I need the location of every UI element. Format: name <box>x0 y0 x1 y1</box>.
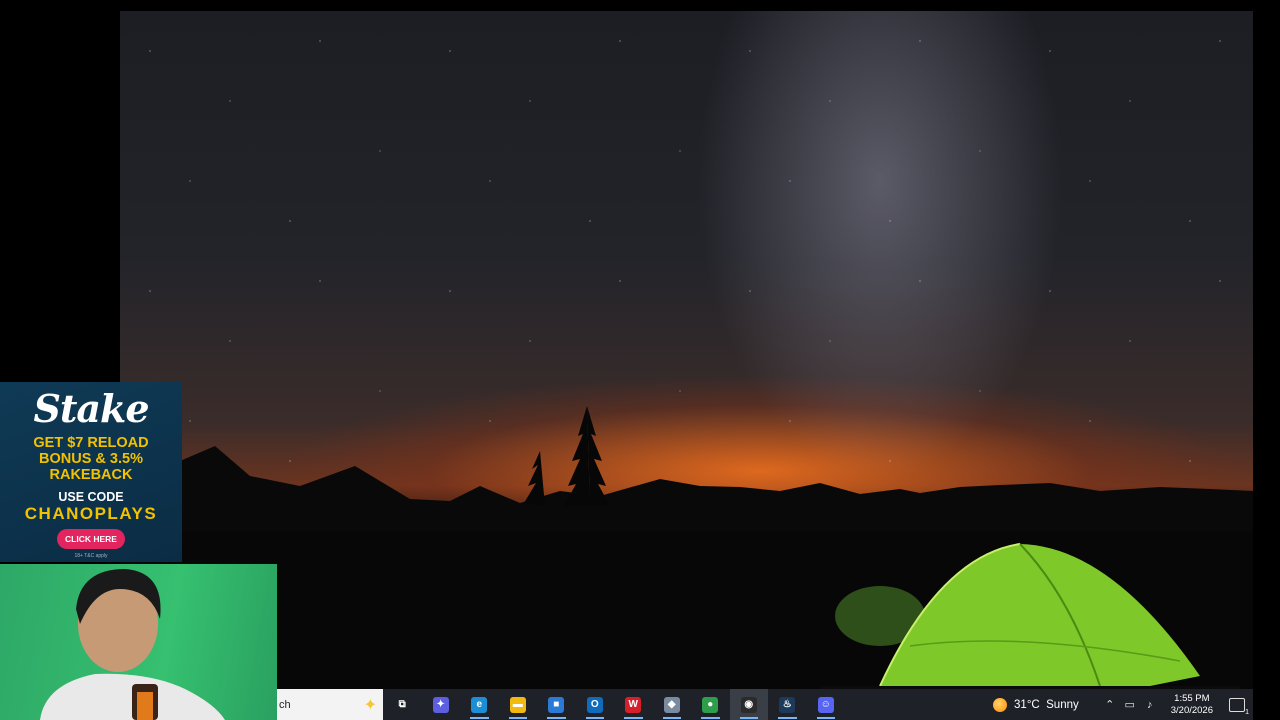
taskbar-task-view-button[interactable]: ⧉ <box>383 689 422 720</box>
running-indicator <box>470 717 489 719</box>
running-indicator <box>701 717 720 719</box>
taskbar-file-explorer-button[interactable]: ▬ <box>499 689 538 720</box>
notification-icon[interactable]: 1 <box>1229 697 1249 716</box>
notification-count: 1 <box>1245 708 1249 716</box>
running-indicator <box>778 717 797 719</box>
speaker-icon[interactable]: ♪ <box>1141 699 1159 711</box>
taskbar-obs-studio-button[interactable]: ◉ <box>729 689 768 720</box>
ad-promo-code: CHANOPLAYS <box>24 504 158 523</box>
desktop-wallpaper <box>120 11 1253 720</box>
taskbar-clock[interactable]: 1:55 PM 3/20/2026 <box>1171 693 1213 717</box>
obs-studio-icon: ◉ <box>740 696 757 713</box>
ad-offer-line: RAKEBACK <box>49 467 133 483</box>
search-text: ch <box>279 698 291 711</box>
steam-icon: ♨ <box>779 696 796 713</box>
taskbar: ch ✦ ⧉ ✦ e ▬ ■ O W ◆ ● ◉ ♨ ☺ 31°C Sunny ⌃ ▭ ♪ 1:55 … <box>277 689 1253 720</box>
edge-icon: e <box>471 696 488 713</box>
weather-temp: 31°C <box>1014 698 1040 711</box>
ad-use-code-label: USE CODE <box>58 490 124 504</box>
game-app-icon: ◆ <box>663 696 680 713</box>
screen-edge <box>1253 0 1280 720</box>
streamer-figure <box>40 569 225 720</box>
copilot-sparkle-icon: ✦ <box>363 696 377 714</box>
taskbar-search-box[interactable]: ch ✦ <box>277 689 383 720</box>
stake-ad-banner[interactable]: Stake GET $7 RELOAD BONUS & 3.5% RAKEBAC… <box>0 382 182 562</box>
file-explorer-icon: ▬ <box>509 696 526 713</box>
outlook-icon: O <box>586 696 603 713</box>
wps-office-icon: W <box>625 696 642 713</box>
running-indicator <box>508 717 527 719</box>
chevron-up-icon[interactable]: ⌃ <box>1101 698 1119 711</box>
taskbar-steam-button[interactable]: ♨ <box>768 689 807 720</box>
clock-date: 3/20/2026 <box>1170 704 1213 716</box>
ad-fine-print: 18+ T&C apply <box>74 553 108 559</box>
microsoft-store-icon: ■ <box>548 696 565 713</box>
running-indicator <box>739 717 758 719</box>
network-icon[interactable]: ▭ <box>1121 698 1139 711</box>
weather-condition: Sunny <box>1046 698 1079 711</box>
running-indicator <box>585 717 604 719</box>
weather-widget[interactable]: 31°C Sunny <box>1014 699 1079 711</box>
ad-offer-line: BONUS & 3.5% <box>39 451 143 467</box>
green-tent <box>820 543 1240 706</box>
clock-time: 1:55 PM <box>1174 692 1210 704</box>
taskbar-outlook-button[interactable]: O <box>576 689 615 720</box>
running-indicator <box>662 717 681 719</box>
running-indicator <box>547 717 566 719</box>
stake-logo: Stake <box>33 386 149 431</box>
system-tray: 31°C Sunny ⌃ ▭ ♪ 1:55 PM 3/20/2026 1 <box>993 689 1253 720</box>
taskbar-copilot-button[interactable]: ✦ <box>422 689 461 720</box>
task-view-icon: ⧉ <box>394 696 411 713</box>
running-indicator <box>816 717 835 719</box>
chrome-icon: ● <box>702 696 719 713</box>
sun-icon[interactable] <box>993 697 1008 712</box>
copilot-icon: ✦ <box>432 696 449 713</box>
taskbar-apps: ⧉ ✦ e ▬ ■ O W ◆ ● ◉ ♨ ☺ <box>383 689 845 720</box>
taskbar-chrome-button[interactable]: ● <box>691 689 730 720</box>
taskbar-game-app-button[interactable]: ◆ <box>653 689 692 720</box>
taskbar-wps-office-button[interactable]: W <box>614 689 653 720</box>
webcam-overlay <box>0 564 277 720</box>
ad-click-here-button[interactable]: CLICK HERE <box>57 529 125 549</box>
ad-offer-text: GET $7 RELOAD BONUS & 3.5% RAKEBACK <box>0 435 182 483</box>
discord-icon: ☺ <box>817 696 834 713</box>
taskbar-microsoft-store-button[interactable]: ■ <box>537 689 576 720</box>
running-indicator <box>624 717 643 719</box>
ad-offer-line: GET $7 RELOAD <box>33 435 149 451</box>
taskbar-discord-button[interactable]: ☺ <box>807 689 846 720</box>
taskbar-edge-button[interactable]: e <box>460 689 499 720</box>
